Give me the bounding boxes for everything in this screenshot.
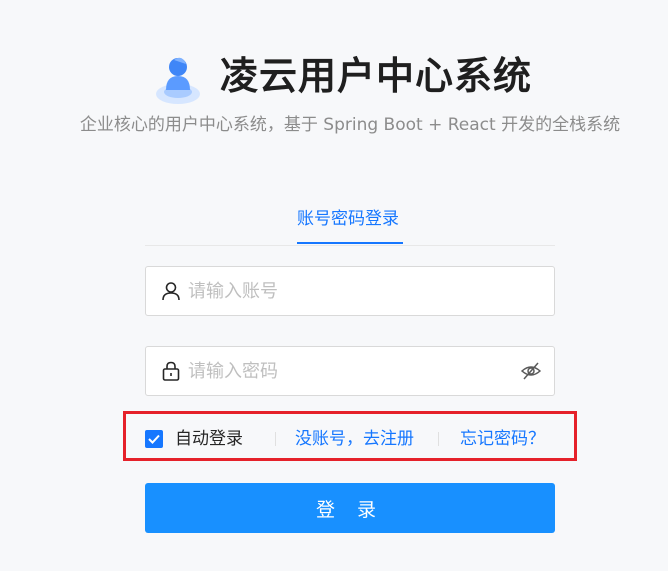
login-button[interactable]: 登 录 xyxy=(145,483,555,533)
login-tabs: 账号密码登录 xyxy=(145,197,555,246)
check-icon xyxy=(148,434,160,444)
eye-invisible-icon[interactable] xyxy=(520,360,542,382)
account-field xyxy=(145,266,555,316)
header: 凌云用户中心系统 xyxy=(0,44,668,114)
tab-account-password[interactable]: 账号密码登录 xyxy=(297,207,399,231)
page-title: 凌云用户中心系统 xyxy=(220,54,533,98)
logo-icon xyxy=(156,57,200,104)
lock-icon xyxy=(162,361,180,381)
divider xyxy=(438,432,439,446)
register-link[interactable]: 没账号，去注册 xyxy=(295,426,414,452)
auto-login-checkbox[interactable] xyxy=(145,430,163,448)
password-field xyxy=(145,346,555,396)
divider xyxy=(275,432,276,446)
page-subtitle: 企业核心的用户中心系统，基于 Spring Boot + React 开发的全栈… xyxy=(79,115,621,135)
auto-login-label[interactable]: 自动登录 xyxy=(175,426,243,452)
forgot-password-link[interactable]: 忘记密码？ xyxy=(460,426,545,452)
account-input[interactable] xyxy=(186,267,510,315)
password-input[interactable] xyxy=(186,347,510,395)
login-options-row: 自动登录 没账号，去注册 忘记密码？ xyxy=(145,424,565,454)
tab-active-indicator xyxy=(297,242,403,244)
user-icon xyxy=(162,282,180,301)
